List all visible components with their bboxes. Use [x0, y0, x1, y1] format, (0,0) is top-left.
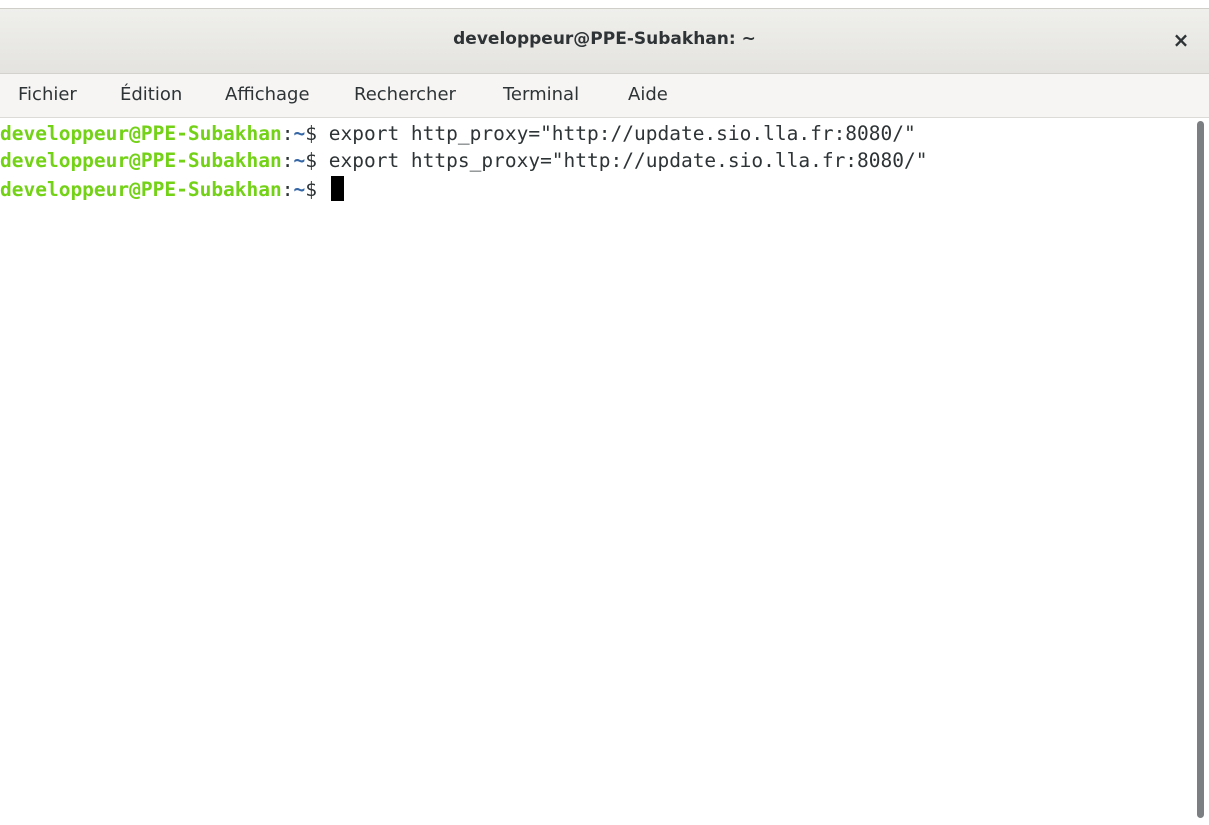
close-button[interactable]: ×: [1165, 24, 1197, 56]
menu-rechercher[interactable]: Rechercher: [354, 84, 456, 105]
prompt-symbol: $: [305, 178, 329, 201]
terminal-window: developpeur@PPE-Subakhan: ~ × Fichier Éd…: [0, 0, 1209, 825]
window-title: developpeur@PPE-Subakhan: ~: [453, 29, 756, 49]
text-cursor: [330, 176, 344, 201]
scrollbar-thumb[interactable]: [1197, 121, 1204, 818]
prompt-separator: :: [281, 178, 294, 201]
menu-aide[interactable]: Aide: [628, 84, 668, 105]
terminal-line: developpeur@PPE-Subakhan:~$: [0, 176, 344, 204]
prompt-path: ~: [293, 178, 306, 201]
menu-affichage[interactable]: Affichage: [225, 84, 310, 105]
title-bar[interactable]: developpeur@PPE-Subakhan: ~ ×: [0, 8, 1209, 74]
prompt-symbol: $: [305, 122, 329, 145]
menu-edition[interactable]: Édition: [120, 84, 182, 105]
prompt-user: developpeur@PPE-Subakhan: [0, 178, 282, 201]
menu-terminal[interactable]: Terminal: [503, 84, 579, 105]
prompt-symbol: $: [305, 149, 329, 172]
menu-bar: Fichier Édition Affichage Rechercher Ter…: [0, 74, 1209, 118]
prompt-separator: :: [281, 122, 294, 145]
prompt-path: ~: [293, 122, 306, 145]
command-text: export http_proxy="http://update.sio.lla…: [328, 122, 916, 145]
terminal-line: developpeur@PPE-Subakhan:~$ export https…: [0, 147, 928, 175]
command-text: export https_proxy="http://update.sio.ll…: [328, 149, 928, 172]
terminal-area[interactable]: developpeur@PPE-Subakhan:~$ export http_…: [0, 118, 1209, 825]
terminal-line: developpeur@PPE-Subakhan:~$ export http_…: [0, 120, 916, 148]
prompt-separator: :: [281, 149, 294, 172]
prompt-user: developpeur@PPE-Subakhan: [0, 149, 282, 172]
prompt-path: ~: [293, 149, 306, 172]
menu-fichier[interactable]: Fichier: [18, 84, 77, 105]
vertical-scrollbar[interactable]: [1193, 118, 1209, 825]
prompt-user: developpeur@PPE-Subakhan: [0, 122, 282, 145]
